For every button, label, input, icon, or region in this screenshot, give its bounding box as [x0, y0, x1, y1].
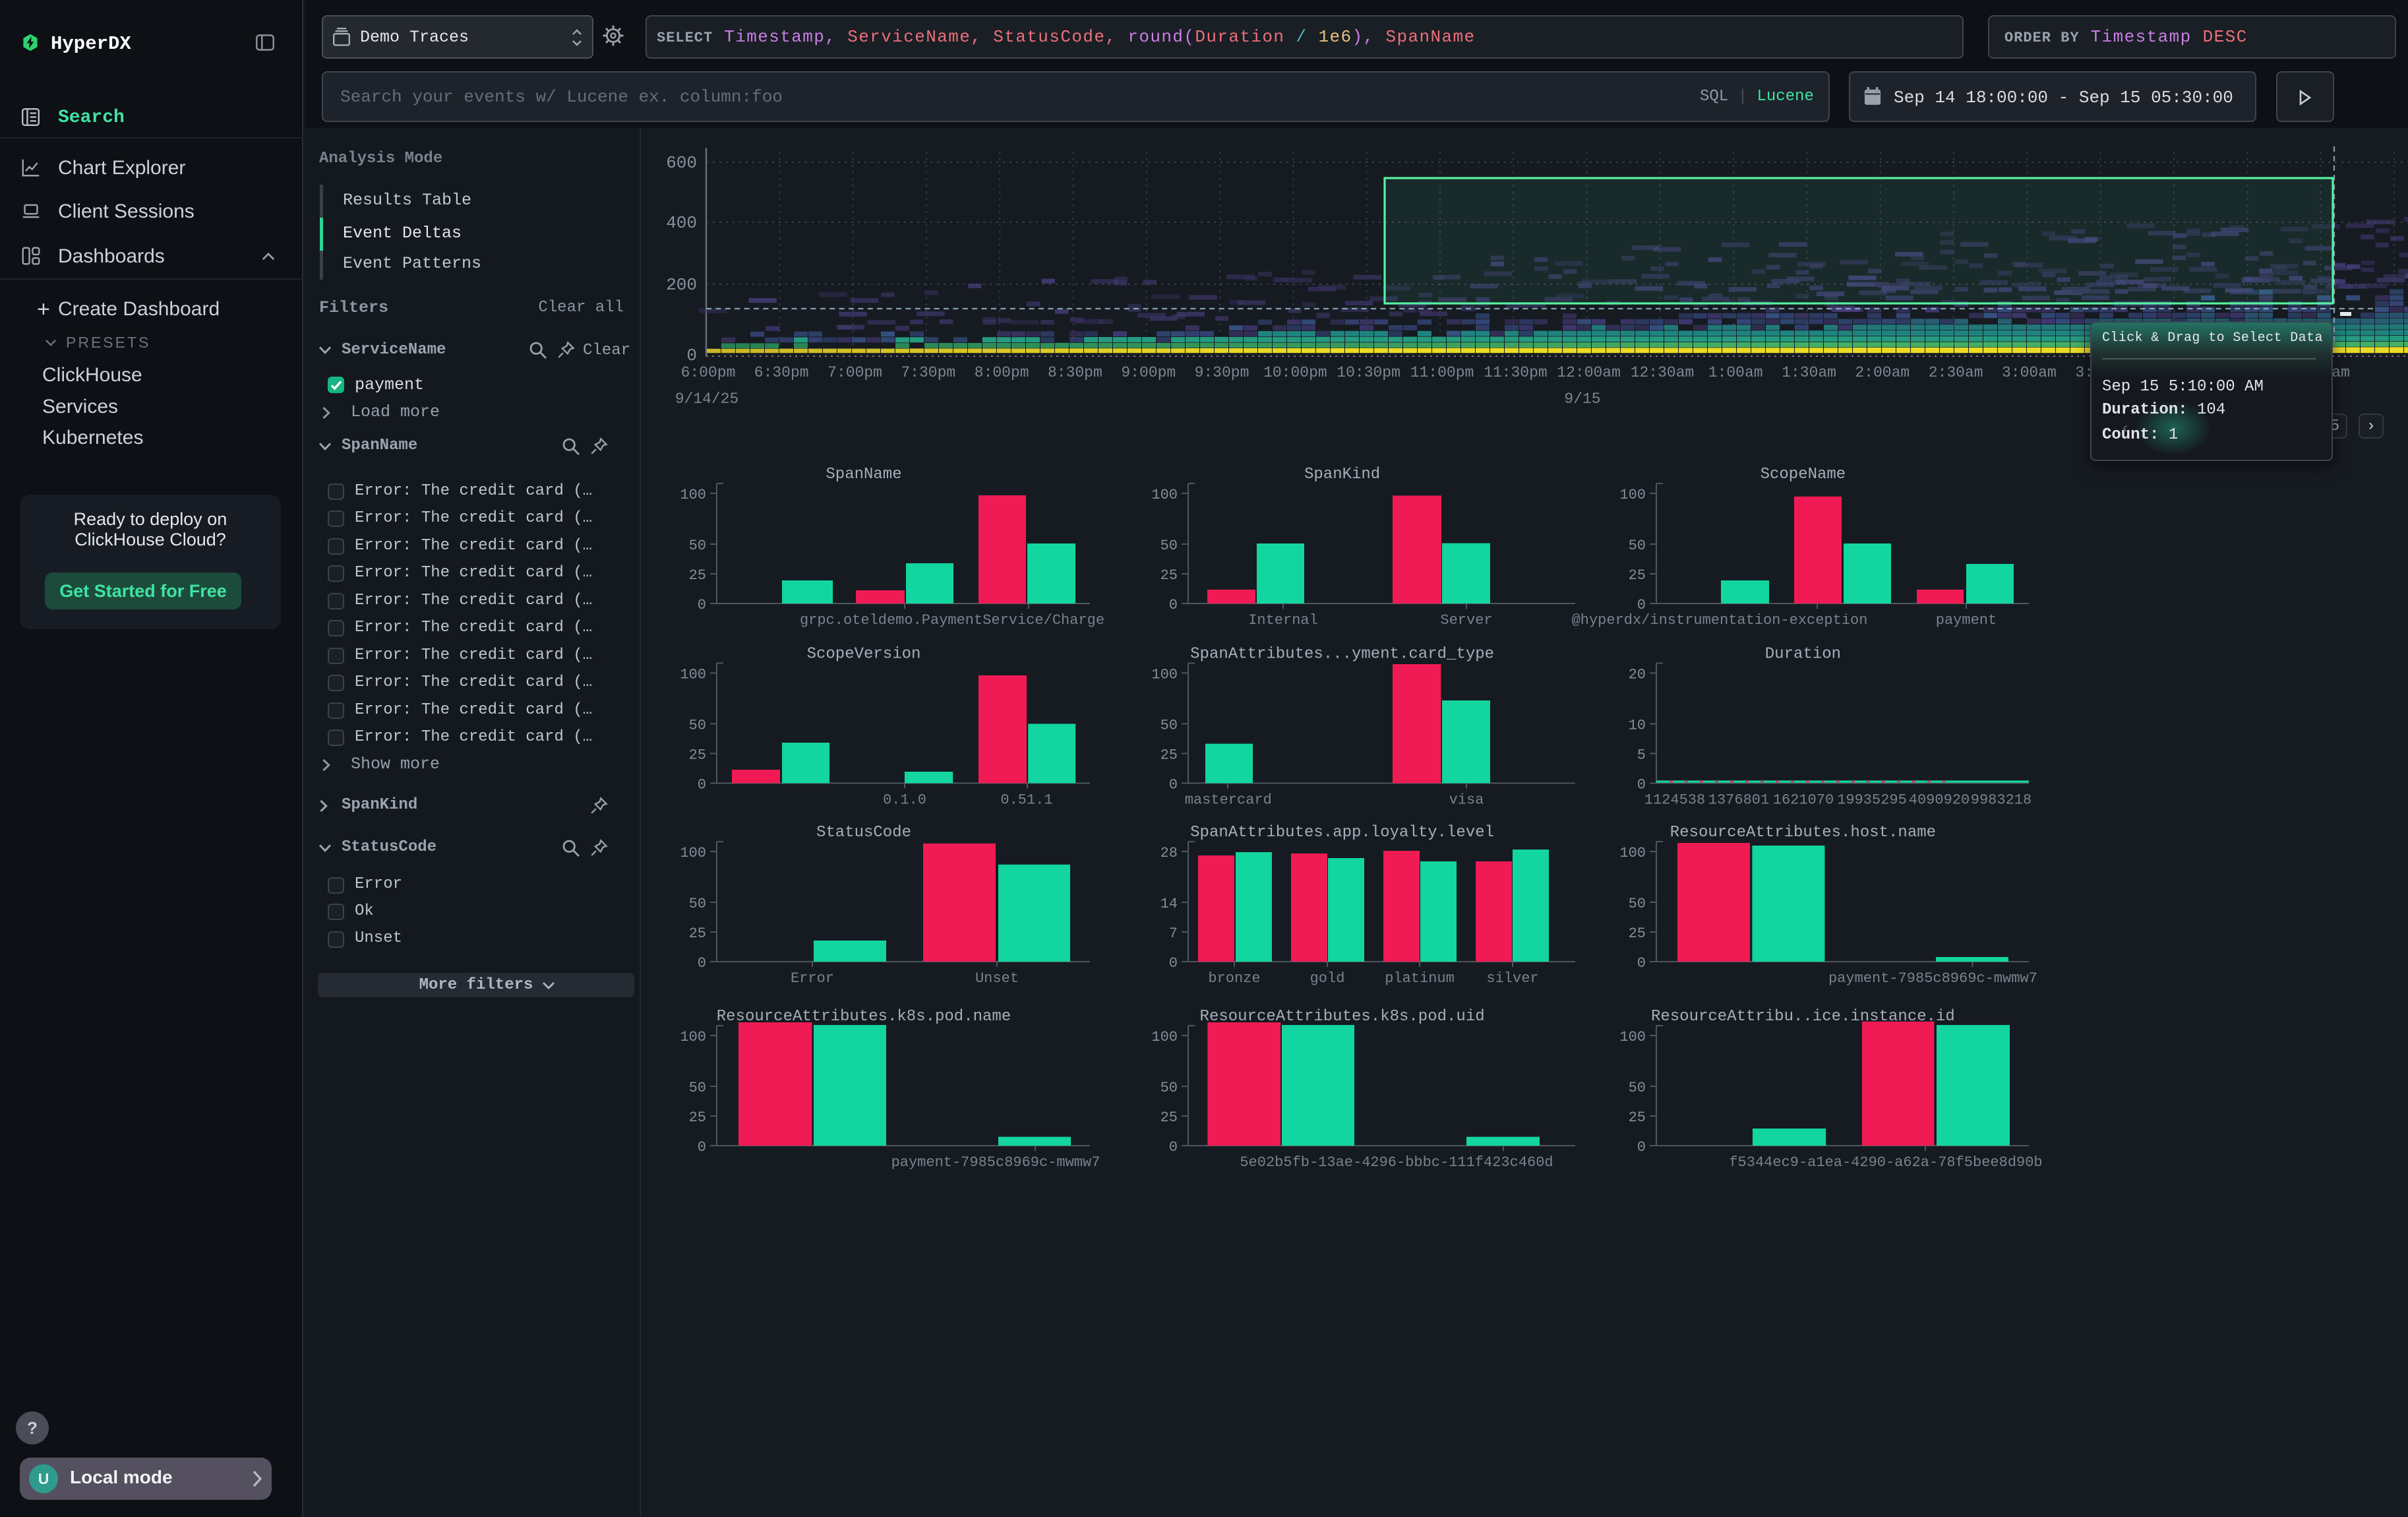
svg-text:25: 25	[689, 567, 706, 584]
svg-text:@hyperdx/instrumentation-excep: @hyperdx/instrumentation-exception	[1572, 612, 1868, 629]
svg-text:0: 0	[1169, 776, 1178, 793]
svg-text:0: 0	[1637, 1139, 1646, 1156]
svg-text:50: 50	[1160, 1080, 1178, 1096]
svg-text:f5344ec9-a1ea-4290-a62a-78f5be: f5344ec9-a1ea-4290-a62a-78f5bee8d90b	[1729, 1154, 2042, 1171]
svg-text:SpanKind: SpanKind	[1304, 466, 1380, 483]
svg-text:25: 25	[1629, 925, 1646, 942]
svg-text:0: 0	[686, 346, 697, 365]
svg-text:25: 25	[1160, 1109, 1178, 1126]
svg-text:25: 25	[1160, 567, 1178, 584]
svg-text:19935295: 19935295	[1837, 791, 1907, 808]
svg-text:100: 100	[680, 487, 706, 503]
svg-text:25: 25	[689, 747, 706, 763]
svg-text:50: 50	[1160, 538, 1178, 554]
svg-text:9983218: 9983218	[1971, 791, 2032, 808]
svg-text:0: 0	[1637, 955, 1646, 972]
svg-text:100: 100	[1151, 1029, 1178, 1045]
svg-text:100: 100	[680, 666, 706, 683]
svg-text:50: 50	[1629, 1080, 1646, 1096]
svg-text:ResourceAttributes.host.name: ResourceAttributes.host.name	[1670, 824, 1936, 842]
svg-text:5e02b5fb-13ae-4296-bbbc-111f42: 5e02b5fb-13ae-4296-bbbc-111f423c460d	[1240, 1154, 1553, 1171]
svg-text:payment-7985c8969c-mwmw7: payment-7985c8969c-mwmw7	[1828, 970, 2037, 987]
svg-text:Unset: Unset	[975, 970, 1019, 987]
svg-text:25: 25	[689, 925, 706, 942]
svg-text:1124538: 1124538	[1644, 791, 1705, 808]
svg-text:10: 10	[1629, 717, 1646, 733]
svg-text:mastercard: mastercard	[1185, 791, 1272, 808]
svg-text:50: 50	[689, 538, 706, 554]
svg-text:Error: Error	[791, 970, 834, 987]
svg-text:0: 0	[1169, 1139, 1178, 1156]
svg-text:5: 5	[1637, 747, 1646, 763]
svg-text:0: 0	[698, 955, 706, 972]
svg-text:0.1.0: 0.1.0	[883, 791, 926, 808]
svg-text:StatusCode: StatusCode	[816, 824, 911, 842]
svg-text:25: 25	[1629, 567, 1646, 584]
svg-text:0: 0	[698, 776, 706, 793]
svg-text:SpanAttributes...yment.card_ty: SpanAttributes...yment.card_type	[1190, 645, 1494, 663]
svg-text:50: 50	[1160, 717, 1178, 733]
svg-text:100: 100	[1151, 487, 1178, 503]
svg-text:100: 100	[680, 1029, 706, 1045]
svg-text:payment-7985c8969c-mwmw7: payment-7985c8969c-mwmw7	[891, 1154, 1100, 1171]
svg-text:28: 28	[1160, 845, 1178, 861]
svg-text:0: 0	[1169, 597, 1178, 613]
svg-text:0: 0	[698, 1139, 706, 1156]
svg-text:visa: visa	[1449, 791, 1484, 808]
svg-text:100: 100	[1619, 1029, 1646, 1045]
svg-text:50: 50	[689, 717, 706, 733]
svg-text:7: 7	[1169, 925, 1178, 942]
svg-text:400: 400	[666, 213, 697, 233]
svg-text:0: 0	[1637, 776, 1646, 793]
svg-text:100: 100	[1619, 845, 1646, 861]
svg-text:1621070: 1621070	[1773, 791, 1834, 808]
svg-text:Server: Server	[1440, 612, 1492, 629]
svg-text:100: 100	[1619, 487, 1646, 503]
svg-text:200: 200	[666, 275, 697, 295]
svg-text:0.51.1: 0.51.1	[1000, 791, 1052, 808]
svg-text:50: 50	[1629, 538, 1646, 554]
svg-text:silver: silver	[1486, 970, 1538, 987]
svg-text:ScopeName: ScopeName	[1761, 466, 1846, 483]
svg-text:600: 600	[666, 153, 697, 173]
svg-text:0: 0	[1637, 597, 1646, 613]
svg-text:0: 0	[698, 597, 706, 613]
svg-text:20: 20	[1629, 666, 1646, 683]
svg-text:14: 14	[1160, 896, 1178, 912]
svg-text:bronze: bronze	[1208, 970, 1260, 987]
svg-text:payment: payment	[1936, 612, 1997, 629]
svg-text:gold: gold	[1310, 970, 1345, 987]
svg-text:Duration: Duration	[1765, 645, 1841, 663]
svg-text:SpanName: SpanName	[826, 466, 901, 483]
svg-text:Internal: Internal	[1248, 612, 1318, 629]
svg-text:1376801: 1376801	[1708, 791, 1769, 808]
svg-text:platinum: platinum	[1385, 970, 1455, 987]
svg-text:100: 100	[680, 845, 706, 861]
svg-text:SpanAttributes.app.loyalty.lev: SpanAttributes.app.loyalty.level	[1190, 824, 1494, 842]
svg-text:ScopeVersion: ScopeVersion	[807, 645, 921, 663]
svg-text:50: 50	[1629, 896, 1646, 912]
svg-text:50: 50	[689, 896, 706, 912]
svg-text:4090920: 4090920	[1909, 791, 1970, 808]
svg-text:100: 100	[1151, 666, 1178, 683]
svg-text:grpc.oteldemo.PaymentService/C: grpc.oteldemo.PaymentService/Charge	[800, 612, 1104, 629]
svg-text:50: 50	[689, 1080, 706, 1096]
svg-text:0: 0	[1169, 955, 1178, 972]
svg-text:25: 25	[1160, 747, 1178, 763]
svg-text:25: 25	[689, 1109, 706, 1126]
svg-text:25: 25	[1629, 1109, 1646, 1126]
